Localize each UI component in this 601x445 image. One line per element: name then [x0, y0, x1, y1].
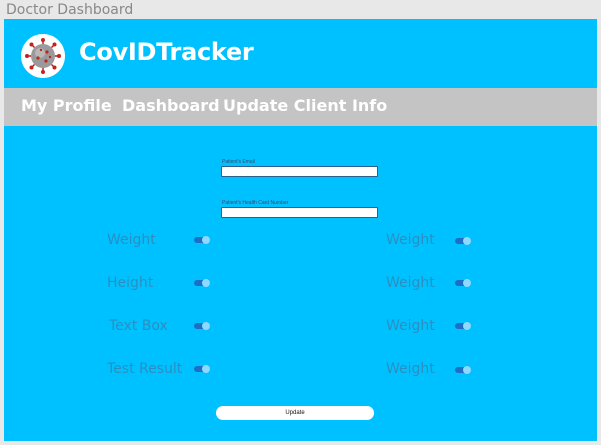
toggle-knob — [202, 279, 210, 287]
toggle-test-result[interactable] — [194, 365, 210, 373]
right-row-label-3: Weight — [386, 318, 435, 334]
toggle-knob — [202, 236, 210, 244]
right-row-label-4: Weight — [386, 361, 435, 377]
toggle-weight-left[interactable] — [194, 236, 210, 244]
window-title: Doctor Dashboard — [6, 2, 134, 18]
email-label: Patient's Email — [222, 159, 255, 165]
left-row-label-text-box: Text Box — [109, 318, 168, 334]
toggle-knob — [463, 322, 471, 330]
left-row-label-height: Height — [107, 275, 154, 291]
left-row-label-test-result: Test Result — [107, 361, 183, 377]
toggle-knob — [463, 279, 471, 287]
health-card-label: Patient's Health Card Number — [222, 200, 289, 206]
toggle-right-3[interactable] — [455, 322, 471, 330]
toggle-right-4[interactable] — [455, 366, 471, 374]
toggle-knob — [202, 322, 210, 330]
header: CovIDTracker — [4, 19, 597, 88]
toggle-knob — [463, 237, 471, 245]
nav-bar: My Profile Dashboard Update Client Info — [4, 88, 597, 126]
nav-item-update-client-info[interactable]: Update Client Info — [223, 96, 387, 115]
coronavirus-icon — [21, 34, 65, 78]
nav-item-my-profile[interactable]: My Profile — [21, 96, 112, 115]
update-button[interactable]: Update — [216, 406, 374, 420]
left-row-label-weight: Weight — [107, 232, 156, 248]
email-field[interactable] — [221, 166, 378, 177]
toggle-knob — [202, 365, 210, 373]
toggle-text-box[interactable] — [194, 322, 210, 330]
app-frame: CovIDTracker My Profile Dashboard Update… — [4, 19, 597, 441]
toggle-knob — [463, 366, 471, 374]
right-row-label-2: Weight — [386, 275, 435, 291]
toggle-height[interactable] — [194, 279, 210, 287]
toggle-right-2[interactable] — [455, 279, 471, 287]
app-title: CovIDTracker — [79, 38, 254, 66]
toggle-right-1[interactable] — [455, 237, 471, 245]
right-row-label-1: Weight — [386, 232, 435, 248]
nav-item-dashboard[interactable]: Dashboard — [122, 96, 220, 115]
health-card-field[interactable] — [221, 207, 378, 218]
